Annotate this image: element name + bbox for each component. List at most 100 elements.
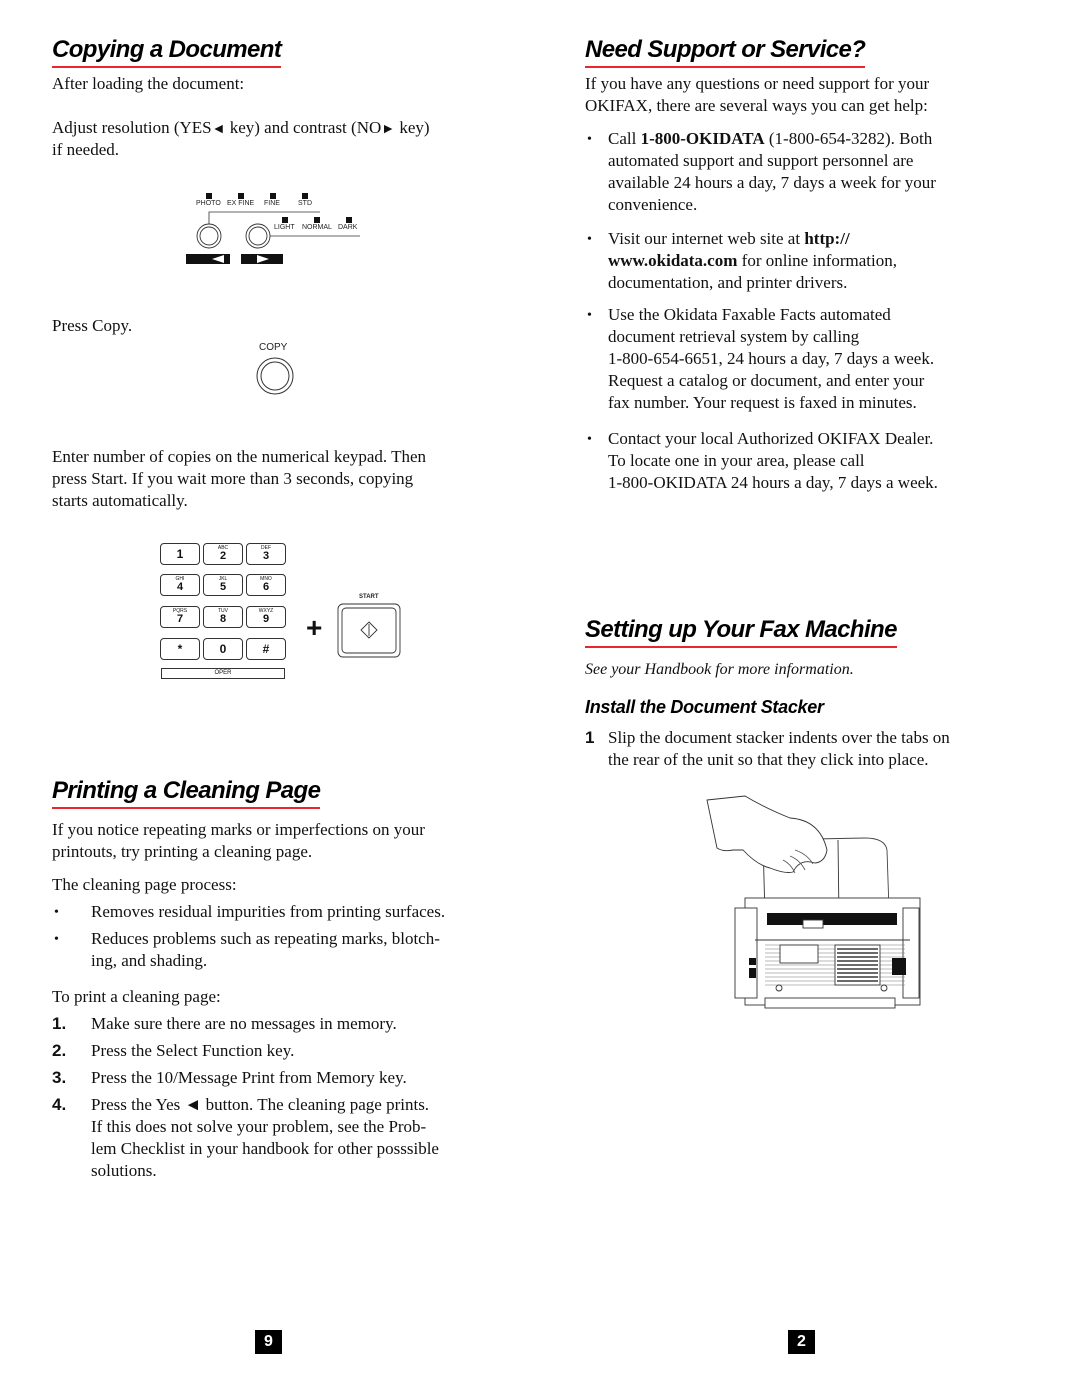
- cleaning-heading: Printing a Cleaning Page: [52, 777, 321, 809]
- key-label: *: [177, 642, 183, 656]
- web-pre: Visit our internet web site at: [608, 229, 805, 248]
- cleaning-bullet: • Reduces problems such as repeating mar…: [52, 928, 512, 972]
- no-button[interactable]: [241, 254, 283, 264]
- bullet-icon: •: [54, 932, 59, 947]
- step-text: the rear of the unit so that they click …: [608, 750, 929, 769]
- cleaning-step: 4. Press the Yes ◄ button. The cleaning …: [52, 1094, 512, 1182]
- dealer-line: 1-800-OKIDATA 24 hours a day, 7 days a w…: [608, 473, 938, 492]
- adjust-text-part2: key) and contrast (NO: [225, 118, 382, 137]
- key-9[interactable]: WXYZ 9: [246, 606, 286, 628]
- step-number: 4.: [52, 1095, 67, 1114]
- key-label: 0: [219, 642, 227, 656]
- key-label: 8: [219, 613, 227, 625]
- adjust-text-part1: Adjust resolution (YES: [52, 118, 212, 137]
- enter-number-line: starts automatically.: [52, 491, 188, 510]
- web-url-part2[interactable]: www.okidata.com: [608, 251, 737, 270]
- cleaning-intro: If you notice repeating marks or imperfe…: [52, 819, 425, 863]
- enter-number-line: press Start. If you wait more than 3 sec…: [52, 469, 414, 488]
- no-arrow-icon: ►: [381, 122, 396, 137]
- key-label: 4: [176, 581, 184, 593]
- cleaning-step: 1. Make sure there are no messages in me…: [52, 1013, 512, 1035]
- left-page-number: 9: [255, 1330, 282, 1354]
- okidata-phone: 1-800-OKIDATA: [640, 129, 765, 148]
- bullet-icon: •: [587, 132, 592, 147]
- key-4[interactable]: GHI 4: [160, 574, 200, 596]
- web-post: for online information,: [737, 251, 897, 270]
- to-print-label: To print a cleaning page:: [52, 987, 221, 1006]
- enter-number-line: Enter number of copies on the numerical …: [52, 447, 427, 466]
- numeric-keypad: 1 ABC 2 DEF 3 GHI 4 JKL 5 MNO 6 PQRS 7 TUV 8 WX…: [160, 543, 410, 683]
- support-intro-line: If you have any questions or need suppor…: [585, 74, 930, 93]
- key-label: 6: [262, 581, 270, 593]
- step-text: Make sure there are no messages in memor…: [91, 1014, 397, 1033]
- step-text: Press the 10/Message Print from Memory k…: [91, 1068, 407, 1087]
- call-pre: Call: [608, 129, 641, 148]
- oper-key[interactable]: OPER: [161, 668, 285, 679]
- oper-label: OPER: [214, 670, 232, 676]
- bullet-text: ing, and shading.: [91, 951, 208, 970]
- call-rest-line: convenience.: [608, 195, 698, 214]
- cleaning-intro-line: printouts, try printing a cleaning page.: [52, 842, 313, 861]
- copying-heading-wrap: Copying a Document: [52, 36, 282, 68]
- key-7[interactable]: PQRS 7: [160, 606, 200, 628]
- dealer-line: Contact your local Authorized OKIFAX Dea…: [608, 429, 934, 448]
- resolution-contrast-panel: PHOTO EX FINE FINE STD LIGHT NORMAL DARK: [180, 188, 380, 268]
- faxable-line: document retrieval system by calling: [608, 327, 860, 346]
- web-line: Visit our internet web site at http://: [608, 228, 1015, 250]
- key-star[interactable]: *: [160, 638, 200, 660]
- yes-arrow-icon: ◄: [211, 122, 226, 137]
- cleaning-intro-line: If you notice repeating marks or imperfe…: [52, 820, 425, 839]
- bullet-text: Removes residual impurities from printin…: [91, 902, 446, 921]
- bullet-icon: •: [587, 432, 592, 447]
- yes-button[interactable]: [186, 254, 230, 264]
- bullet-text: Reduces problems such as repeating marks…: [91, 929, 440, 948]
- install-stacker-subheading: Install the Document Stacker: [585, 697, 824, 717]
- call-line: Call 1-800-OKIDATA (1-800-654-3282). Bot…: [608, 128, 1015, 150]
- step-text: If this does not solve your problem, see…: [91, 1117, 427, 1136]
- cleaning-heading-wrap: Printing a Cleaning Page: [52, 777, 321, 809]
- key-8[interactable]: TUV 8: [203, 606, 243, 628]
- key-label: 9: [262, 613, 270, 625]
- right-page-number: 2: [788, 1330, 815, 1354]
- key-6[interactable]: MNO 6: [246, 574, 286, 596]
- faxable-line: 1-800-654-6651, 24 hours a day, 7 days a…: [608, 349, 935, 368]
- plus-icon: +: [306, 612, 323, 643]
- bullet-icon: •: [587, 308, 592, 323]
- call-rest-line: automated support and support personnel …: [608, 151, 914, 170]
- key-label: 1: [176, 547, 184, 561]
- step-number: 1: [585, 728, 595, 747]
- cleaning-step: 2. Press the Select Function key.: [52, 1040, 512, 1062]
- support-bullet-dealer: • Contact your local Authorized OKIFAX D…: [585, 428, 1015, 494]
- dealer-line: To locate one in your area, please call: [608, 451, 865, 470]
- key-1[interactable]: 1: [160, 543, 200, 565]
- faxable-line: Use the Okidata Faxable Facts automated: [608, 305, 891, 324]
- key-label: 7: [176, 613, 184, 625]
- key-2[interactable]: ABC 2: [203, 543, 243, 565]
- bullet-icon: •: [587, 232, 592, 247]
- step-number: 2.: [52, 1041, 67, 1060]
- support-bullet-web: • Visit our internet web site at http://…: [585, 228, 1015, 294]
- support-heading-wrap: Need Support or Service?: [585, 36, 866, 68]
- after-loading-text: After loading the document:: [52, 74, 245, 93]
- key-5[interactable]: JKL 5: [203, 574, 243, 596]
- support-bullet-faxable: • Use the Okidata Faxable Facts automate…: [585, 304, 1015, 414]
- call-rest-line: available 24 hours a day, 7 days a week …: [608, 173, 936, 192]
- copy-button-illustration[interactable]: COPY: [255, 342, 295, 400]
- fax-machine-stacker-illustration: [706, 795, 921, 1009]
- press-copy-text: Press Copy.: [52, 316, 133, 335]
- key-0[interactable]: 0: [203, 638, 243, 660]
- web-url-part1[interactable]: http://: [804, 229, 849, 248]
- key-label: 5: [219, 581, 227, 593]
- step-text: Press the Select Function key.: [91, 1041, 295, 1060]
- step-number: 1.: [52, 1014, 67, 1033]
- key-label: #: [262, 642, 270, 656]
- key-hash[interactable]: #: [246, 638, 286, 660]
- process-label: The cleaning page process:: [52, 875, 237, 894]
- setup-heading: Setting up Your Fax Machine: [585, 616, 897, 648]
- faxable-line: fax number. Your request is faxed in min…: [608, 393, 917, 412]
- support-bullet-call: • Call 1-800-OKIDATA (1-800-654-3282). B…: [585, 128, 1015, 216]
- key-3[interactable]: DEF 3: [246, 543, 286, 565]
- adjust-text-part3: key): [395, 118, 430, 137]
- start-button[interactable]: [337, 603, 401, 658]
- key-label: 2: [219, 550, 227, 562]
